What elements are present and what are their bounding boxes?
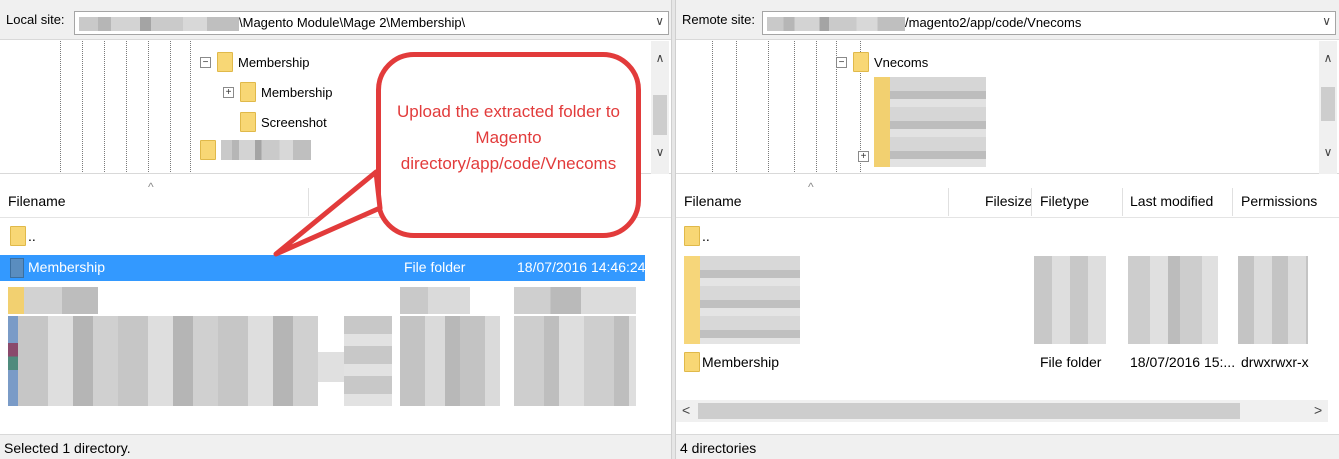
chevron-down-icon[interactable]: ∨ xyxy=(655,14,664,28)
chevron-up-icon[interactable]: ∧ xyxy=(1319,51,1337,65)
plus-box-icon[interactable]: + xyxy=(858,151,869,162)
scrollbar-thumb[interactable] xyxy=(698,403,1240,419)
remote-status-bar: 4 directories xyxy=(676,434,1339,459)
file-permissions: drwxrwxr-x xyxy=(1241,354,1309,370)
folder-icon xyxy=(684,352,700,372)
column-filesize[interactable]: Files xyxy=(346,193,376,209)
folder-icon xyxy=(10,226,26,246)
chevron-down-icon[interactable]: ∨ xyxy=(651,145,669,159)
local-tree-scrollbar[interactable]: ∧ ∨ xyxy=(651,41,669,174)
file-name: .. xyxy=(702,228,710,244)
redacted-path-prefix xyxy=(767,16,905,31)
redacted-tree-names xyxy=(890,77,986,167)
list-item-parent[interactable]: .. xyxy=(676,224,1326,250)
file-modified: 18/07/2016 15:... xyxy=(1130,354,1236,370)
file-name: .. xyxy=(28,228,36,244)
folder-icon xyxy=(200,140,216,160)
remote-site-path: /magento2/app/code/Vnecoms xyxy=(767,15,1081,31)
list-item-membership[interactable]: Membership File folder 18/07/2016 14:46:… xyxy=(0,255,645,281)
folder-icon xyxy=(684,226,700,246)
remote-list-hscrollbar[interactable]: < > xyxy=(676,400,1328,422)
tree-node-label: Membership xyxy=(261,84,333,100)
scrollbar-thumb[interactable] xyxy=(653,95,667,135)
tree-node-screenshot[interactable]: Screenshot xyxy=(240,111,327,133)
tree-node-label: Membership xyxy=(238,54,310,70)
column-permissions[interactable]: Permissions xyxy=(1241,193,1317,209)
file-name: Membership xyxy=(702,354,780,370)
column-filesize[interactable]: Filesize xyxy=(985,193,1032,209)
file-type: File folder xyxy=(1040,354,1102,370)
tree-node-redacted[interactable] xyxy=(200,139,311,161)
tree-node-label: Vnecoms xyxy=(874,54,929,70)
redacted-folder-icons xyxy=(874,77,890,167)
local-site-label: Local site: xyxy=(6,12,65,27)
minus-box-icon[interactable]: − xyxy=(200,56,211,68)
remote-pane: Remote site: /magento2/app/code/Vnecoms … xyxy=(676,0,1339,459)
chevron-down-icon[interactable]: ∨ xyxy=(1319,145,1337,159)
file-name: Membership xyxy=(28,259,106,275)
folder-icon xyxy=(240,82,256,102)
redacted-path-prefix xyxy=(79,16,239,31)
file-type: File folder xyxy=(404,259,466,275)
local-status-text: Selected 1 directory. xyxy=(4,440,131,456)
local-pane: Local site: \Magento Module\Mage 2\Membe… xyxy=(0,0,671,459)
local-status-bar: Selected 1 directory. xyxy=(0,434,671,459)
column-filetype[interactable]: Filetype xyxy=(1040,193,1089,209)
folder-icon xyxy=(240,112,256,132)
folder-icon xyxy=(853,52,869,72)
chevron-right-icon[interactable]: > xyxy=(1314,402,1322,418)
redacted-name xyxy=(221,140,311,160)
remote-directory-tree: − Vnecoms + xyxy=(676,41,1339,174)
file-modified: 18/07/2016 14:46:24 xyxy=(517,259,646,275)
sort-ascending-icon: ^ xyxy=(808,180,814,194)
column-last-modified[interactable]: Last modified xyxy=(1130,193,1213,209)
callout-annotation: Upload the extracted folder to Magento d… xyxy=(376,52,641,238)
scrollbar-thumb[interactable] xyxy=(1321,87,1335,121)
local-site-bar: Local site: \Magento Module\Mage 2\Membe… xyxy=(0,0,671,40)
list-item-membership[interactable]: Membership File folder 18/07/2016 15:...… xyxy=(676,350,1326,376)
chevron-up-icon[interactable]: ∧ xyxy=(651,51,669,65)
folder-icon xyxy=(10,258,24,278)
remote-site-path-combobox[interactable]: /magento2/app/code/Vnecoms ∨ xyxy=(762,11,1336,35)
tree-node-vnecoms[interactable]: − Vnecoms xyxy=(836,51,928,73)
plus-box-icon[interactable]: + xyxy=(223,86,234,98)
tree-node-label: Screenshot xyxy=(261,114,327,130)
column-filename[interactable]: Filename xyxy=(8,193,66,209)
remote-status-text: 4 directories xyxy=(680,440,757,456)
chevron-down-icon[interactable]: ∨ xyxy=(1322,14,1331,28)
chevron-left-icon[interactable]: < xyxy=(682,402,690,418)
remote-site-label: Remote site: xyxy=(682,12,755,27)
folder-icon xyxy=(217,52,233,72)
remote-tree-scrollbar[interactable]: ∧ ∨ xyxy=(1319,41,1337,174)
local-site-path-combobox[interactable]: \Magento Module\Mage 2\Membership\ ∨ xyxy=(74,11,669,35)
sort-ascending-icon: ^ xyxy=(148,180,154,194)
remote-file-list-header: ^ Filename Filesize Filetype Last modifi… xyxy=(676,180,1339,218)
tree-node-membership[interactable]: − Membership xyxy=(200,51,310,73)
local-site-path: \Magento Module\Mage 2\Membership\ xyxy=(79,15,465,31)
column-filename[interactable]: Filename xyxy=(684,193,742,209)
tree-node-membership-child[interactable]: + Membership xyxy=(223,81,333,103)
minus-box-icon[interactable]: − xyxy=(836,56,847,68)
remote-site-bar: Remote site: /magento2/app/code/Vnecoms … xyxy=(676,0,1339,40)
callout-text: Upload the extracted folder to Magento d… xyxy=(396,102,621,173)
